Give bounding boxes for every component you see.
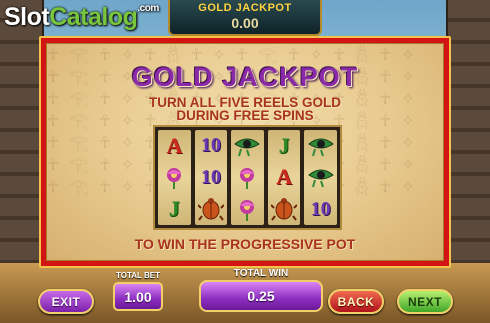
- total-win-label: TOTAL WIN: [233, 268, 289, 279]
- symbol-10: 10: [200, 165, 221, 188]
- reel-grid: A J 10 10 J A 10: [153, 125, 342, 230]
- total-bet-label: TOTAL BET: [116, 271, 160, 280]
- total-win-meter: TOTAL WIN 0.25: [199, 268, 323, 312]
- eye-icon: [232, 131, 262, 160]
- scarab-icon: [196, 195, 226, 224]
- symbol-a: A: [166, 132, 183, 158]
- jackpot-meter: GOLD JACKPOT 0.00: [168, 0, 322, 36]
- eye-icon: [306, 131, 336, 160]
- symbol-10: 10: [310, 197, 331, 220]
- eye-icon: [306, 163, 336, 192]
- lotus-icon: [232, 163, 262, 192]
- background-pillar-right: [446, 0, 490, 290]
- panel-subtitle: TURN ALL FIVE REELS GOLD DURING FREE SPI…: [47, 96, 443, 123]
- reel-1: AJ: [158, 130, 191, 225]
- scarab-icon: [269, 195, 299, 224]
- exit-button[interactable]: EXIT: [38, 289, 94, 314]
- background-pillar-left: [0, 0, 44, 290]
- panel-title: GOLD JACKPOT: [131, 62, 359, 92]
- lotus-icon: [232, 195, 262, 224]
- total-bet-meter: TOTAL BET 1.00: [113, 271, 163, 311]
- watermark-part1: Slot: [4, 3, 50, 31]
- total-win-value: 0.25: [199, 280, 323, 312]
- total-bet-value[interactable]: 1.00: [113, 282, 163, 311]
- watermark-logo: SlotCatalog.com: [4, 3, 159, 32]
- reel-4: JA: [267, 130, 301, 225]
- panel-footer: TO WIN THE PROGRESSIVE POT: [134, 236, 356, 252]
- reel-3: [231, 130, 264, 225]
- watermark-suffix: .com: [137, 3, 159, 14]
- info-panel-inner: ☥𓂀☥✧☥𓆣☥✧☥𓂀☥✧☥𓆣☥✧☥𓂀☥✧☥𓆣☥✧☥𓂀☥✧☥𓆣☥✧☥𓂀☥✧☥𓆣☥✧…: [46, 43, 444, 261]
- next-button[interactable]: NEXT: [397, 289, 453, 314]
- panel-subtitle-line2: DURING FREE SPINS: [176, 108, 314, 123]
- symbol-a: A: [276, 164, 293, 190]
- jackpot-meter-title: GOLD JACKPOT: [198, 2, 292, 14]
- info-panel: ☥𓂀☥✧☥𓆣☥✧☥𓂀☥✧☥𓆣☥✧☥𓂀☥✧☥𓆣☥✧☥𓂀☥✧☥𓆣☥✧☥𓂀☥✧☥𓆣☥✧…: [39, 36, 451, 268]
- watermark-part2: Catalog: [49, 3, 138, 31]
- jackpot-meter-value: 0.00: [231, 15, 259, 31]
- symbol-10: 10: [200, 134, 221, 157]
- reel-2: 10 10: [194, 130, 228, 225]
- lotus-icon: [159, 163, 189, 192]
- symbol-j: J: [278, 132, 290, 158]
- symbol-j: J: [168, 196, 180, 222]
- reel-5: 10: [304, 130, 337, 225]
- back-button[interactable]: BACK: [328, 289, 384, 314]
